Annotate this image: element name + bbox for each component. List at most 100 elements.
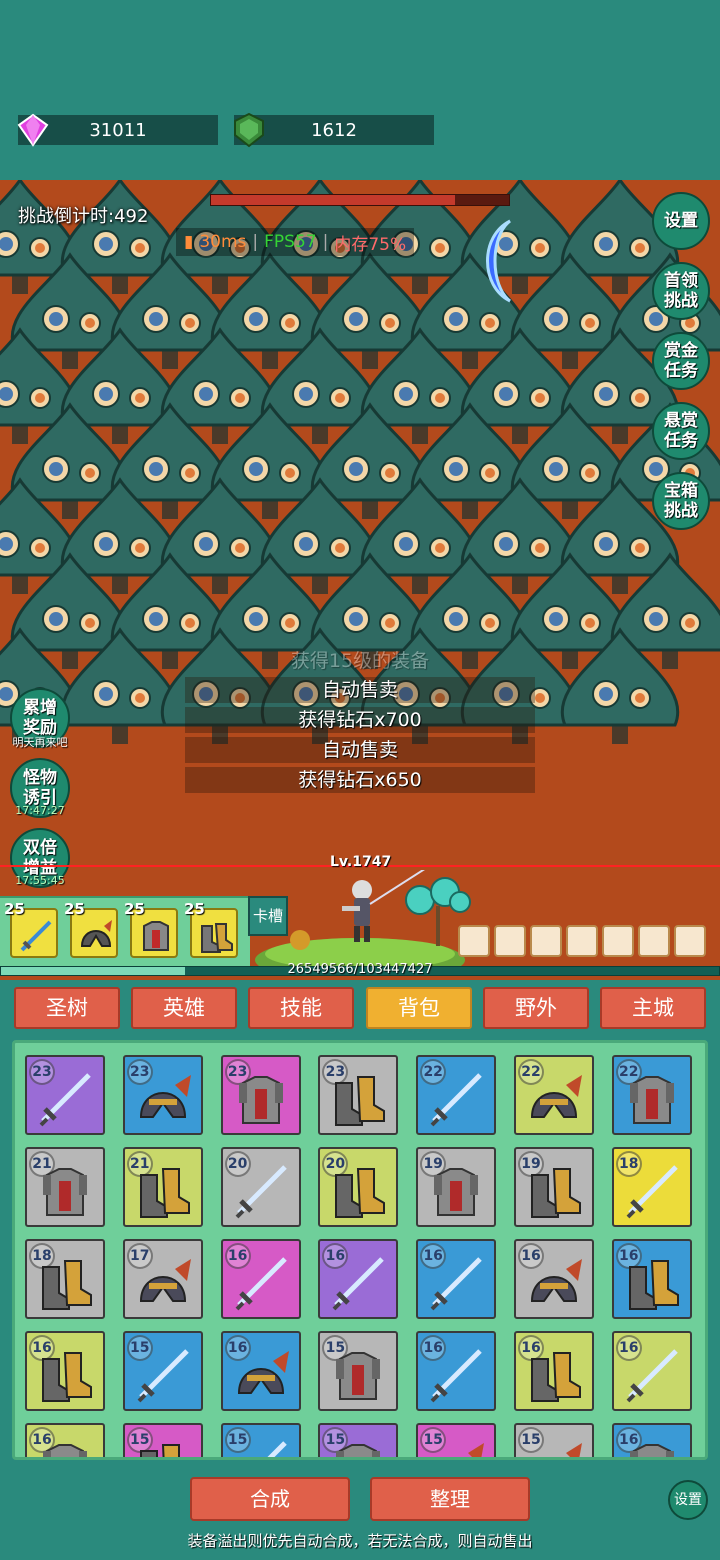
sword-icon: [626, 1165, 678, 1219]
inventory-item[interactable]: 16: [25, 1331, 105, 1411]
reward-status-text: 明天再来吧: [12, 736, 68, 749]
inventory-item[interactable]: 20: [220, 1147, 301, 1227]
tab-hero[interactable]: 英雄: [131, 987, 237, 1029]
inventory-item[interactable]: 15: [318, 1423, 399, 1457]
inventory-item[interactable]: 23: [220, 1055, 301, 1135]
helmet-icon: [530, 1075, 582, 1118]
inventory-item[interactable]: 16: [611, 1331, 692, 1411]
memory-text: 内存75%: [334, 234, 407, 255]
inventory-item[interactable]: 17: [122, 1239, 203, 1319]
inventory-item[interactable]: 22: [514, 1055, 594, 1135]
equip-slot[interactable]: 25: [4, 900, 58, 958]
tab-sacred-tree[interactable]: 圣树: [14, 987, 120, 1029]
signal-icon: ▮: [184, 232, 194, 252]
inventory-item[interactable]: 16: [611, 1423, 692, 1457]
sword-icon: [20, 920, 52, 952]
inventory-item[interactable]: 21: [25, 1147, 105, 1227]
boots-icon: [335, 1168, 386, 1218]
inventory-item[interactable]: 15: [122, 1423, 203, 1457]
equip-slot[interactable]: 25: [184, 900, 238, 958]
helmet-icon: [468, 1443, 485, 1457]
inventory-item[interactable]: 15: [318, 1331, 399, 1411]
armor-icon: [434, 1168, 479, 1216]
log-line: 自动售卖: [185, 737, 535, 763]
skill-icon[interactable]: [530, 925, 562, 957]
sword-icon: [626, 1349, 678, 1403]
inventory-item[interactable]: 20: [318, 1147, 399, 1227]
sword-icon: [267, 1441, 287, 1457]
skill-icon[interactable]: [458, 925, 490, 957]
card-slot-button[interactable]: 卡槽: [248, 896, 288, 936]
tab-wild[interactable]: 野外: [483, 987, 589, 1029]
sword-icon: [235, 1165, 287, 1219]
skill-icon[interactable]: [602, 925, 634, 957]
skill-icon[interactable]: [566, 925, 598, 957]
sort-button[interactable]: 整理: [370, 1477, 530, 1521]
gem-icon: [17, 113, 49, 147]
armor-icon: [336, 1352, 381, 1400]
inventory-item[interactable]: 16: [25, 1423, 105, 1457]
log-line: 获得15级的装备: [290, 650, 430, 672]
equip-slot[interactable]: 25: [124, 900, 178, 958]
inventory-item[interactable]: 16: [514, 1331, 594, 1411]
inventory-item[interactable]: 16: [416, 1239, 497, 1319]
inventory-item[interactable]: 21: [122, 1147, 203, 1227]
inventory-item[interactable]: 16: [220, 1331, 301, 1411]
inventory-item[interactable]: 18: [611, 1147, 692, 1227]
boss-challenge-button[interactable]: 首领 挑战: [652, 262, 710, 320]
inventory-item[interactable]: 16: [416, 1331, 497, 1411]
vortex-effect-icon: [486, 219, 512, 303]
inventory-item[interactable]: 15: [122, 1331, 203, 1411]
helmet-icon: [80, 920, 112, 947]
boots-icon: [628, 1260, 679, 1310]
bounty-task-button[interactable]: 赏金 任务: [652, 332, 710, 390]
inventory-item[interactable]: 22: [611, 1055, 692, 1135]
helmet-icon: [530, 1259, 582, 1302]
armor-icon: [238, 1076, 283, 1124]
inventory-item[interactable]: 16: [220, 1239, 301, 1319]
merge-button[interactable]: 合成: [190, 1477, 350, 1521]
equip-slot[interactable]: 25: [64, 900, 118, 958]
tab-skills[interactable]: 技能: [248, 987, 354, 1029]
inventory-item[interactable]: 23: [25, 1055, 105, 1135]
inventory-item[interactable]: 15: [416, 1423, 497, 1457]
log-line: 自动售卖: [185, 677, 535, 703]
inventory-item[interactable]: 18: [25, 1239, 105, 1319]
tree-monsters: [0, 180, 720, 744]
armor-icon: [143, 921, 169, 951]
chest-challenge-button[interactable]: 宝箱 挑战: [652, 472, 710, 530]
tab-backpack[interactable]: 背包: [366, 987, 472, 1029]
helmet-icon: [566, 1443, 582, 1457]
reward-task-button[interactable]: 悬赏 任务: [652, 402, 710, 460]
shield-count: 1612: [311, 119, 357, 141]
skill-icon[interactable]: [638, 925, 670, 957]
tab-main-city[interactable]: 主城: [600, 987, 706, 1029]
inventory-item[interactable]: 15: [220, 1423, 301, 1457]
inventory-item[interactable]: 22: [416, 1055, 497, 1135]
log-line: 获得钻石x650: [185, 767, 535, 793]
boots-icon: [42, 1260, 92, 1310]
inventory-item[interactable]: 16: [318, 1239, 399, 1319]
challenge-timer: 挑战倒计时:492: [18, 206, 149, 227]
inventory-item[interactable]: 16: [611, 1239, 692, 1319]
main-tabs: 圣树 英雄 技能 背包 野外 主城: [14, 987, 708, 1029]
boots-icon: [531, 1352, 581, 1402]
inventory-item[interactable]: 23: [122, 1055, 203, 1135]
inventory-item[interactable]: 19: [514, 1147, 594, 1227]
bag-settings-button[interactable]: 设置: [668, 1480, 708, 1520]
skill-icon[interactable]: [674, 925, 706, 957]
inventory-item[interactable]: 15: [514, 1423, 594, 1457]
inventory-item[interactable]: 23: [318, 1055, 399, 1135]
armor-icon: [336, 1444, 381, 1457]
inventory-item[interactable]: 16: [514, 1239, 594, 1319]
skill-icon[interactable]: [494, 925, 526, 957]
perf-overlay: ▮ 30ms | FPS57 | 内存75%: [176, 228, 415, 256]
helmet-icon: [237, 1351, 289, 1394]
boots-icon: [42, 1352, 92, 1402]
settings-button[interactable]: 设置: [652, 192, 710, 250]
skill-bar: [458, 925, 706, 957]
inventory-item[interactable]: 19: [416, 1147, 497, 1227]
helmet-icon: [139, 1259, 191, 1302]
sword-icon: [430, 1073, 482, 1127]
exp-text: 26549566/103447427: [287, 962, 433, 977]
